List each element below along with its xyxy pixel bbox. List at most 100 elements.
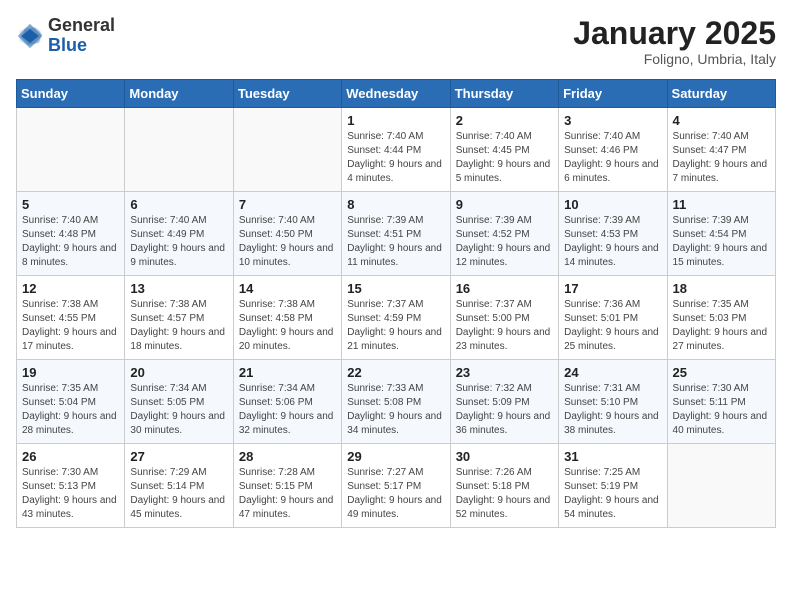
day-number: 5 [22,197,119,212]
calendar-cell: 27 Sunrise: 7:29 AMSunset: 5:14 PMDayligh… [125,444,233,528]
day-number: 11 [673,197,770,212]
day-info: Sunrise: 7:40 AMSunset: 4:47 PMDaylight:… [673,130,770,186]
day-number: 15 [347,281,444,296]
calendar-week-row: 19 Sunrise: 7:35 AMSunset: 5:04 PMDayligh… [17,360,776,444]
day-number: 22 [347,365,444,380]
day-info: Sunrise: 7:32 AMSunset: 5:09 PMDaylight:… [456,382,553,438]
weekday-header-sunday: Sunday [17,80,125,108]
calendar-cell: 1 Sunrise: 7:40 AMSunset: 4:44 PMDaylight… [342,108,450,192]
calendar-cell: 29 Sunrise: 7:27 AMSunset: 5:17 PMDayligh… [342,444,450,528]
day-info: Sunrise: 7:36 AMSunset: 5:01 PMDaylight:… [564,298,661,354]
day-info: Sunrise: 7:38 AMSunset: 4:58 PMDaylight:… [239,298,336,354]
day-number: 17 [564,281,661,296]
day-number: 9 [456,197,553,212]
day-number: 3 [564,113,661,128]
calendar-cell [17,108,125,192]
calendar-cell: 3 Sunrise: 7:40 AMSunset: 4:46 PMDaylight… [559,108,667,192]
calendar-cell: 5 Sunrise: 7:40 AMSunset: 4:48 PMDaylight… [17,192,125,276]
day-number: 1 [347,113,444,128]
month-title: January 2025 [573,16,776,51]
day-info: Sunrise: 7:34 AMSunset: 5:06 PMDaylight:… [239,382,336,438]
logo-text: General Blue [48,16,115,56]
calendar-cell: 7Sunrise: 7:40 AMSunset: 4:50 PMDaylight… [233,192,341,276]
day-info: Sunrise: 7:40 AMSunset: 4:46 PMDaylight:… [564,130,661,186]
calendar-cell: 13 Sunrise: 7:38 AMSunset: 4:57 PMDayligh… [125,276,233,360]
calendar-cell: 23 Sunrise: 7:32 AMSunset: 5:09 PMDayligh… [450,360,558,444]
calendar-cell [233,108,341,192]
day-info: Sunrise: 7:40 AMSunset: 4:45 PMDaylight:… [456,130,553,186]
calendar-cell: 12Sunrise: 7:38 AMSunset: 4:55 PMDayligh… [17,276,125,360]
calendar-cell: 2 Sunrise: 7:40 AMSunset: 4:45 PMDaylight… [450,108,558,192]
day-info: Sunrise: 7:34 AMSunset: 5:05 PMDaylight:… [130,382,227,438]
weekday-header-monday: Monday [125,80,233,108]
day-info: Sunrise: 7:39 AMSunset: 4:54 PMDaylight:… [673,214,770,270]
day-number: 29 [347,449,444,464]
day-info: Sunrise: 7:31 AMSunset: 5:10 PMDaylight:… [564,382,661,438]
day-info: Sunrise: 7:38 AMSunset: 4:57 PMDaylight:… [130,298,227,354]
day-number: 4 [673,113,770,128]
day-number: 21 [239,365,336,380]
day-info: Sunrise: 7:30 AMSunset: 5:11 PMDaylight:… [673,382,770,438]
calendar-cell: 11 Sunrise: 7:39 AMSunset: 4:54 PMDayligh… [667,192,775,276]
day-info: Sunrise: 7:39 AMSunset: 4:52 PMDaylight:… [456,214,553,270]
day-info: Sunrise: 7:38 AMSunset: 4:55 PMDaylight:… [22,298,119,354]
calendar-cell: 30Sunrise: 7:26 AMSunset: 5:18 PMDayligh… [450,444,558,528]
calendar-cell: 10 Sunrise: 7:39 AMSunset: 4:53 PMDayligh… [559,192,667,276]
day-number: 10 [564,197,661,212]
calendar-cell: 24 Sunrise: 7:31 AMSunset: 5:10 PMDayligh… [559,360,667,444]
day-number: 23 [456,365,553,380]
calendar-cell: 16Sunrise: 7:37 AMSunset: 5:00 PMDayligh… [450,276,558,360]
calendar-cell: 18 Sunrise: 7:35 AMSunset: 5:03 PMDayligh… [667,276,775,360]
logo-icon [16,22,44,50]
day-number: 20 [130,365,227,380]
title-block: January 2025 Foligno, Umbria, Italy [573,16,776,67]
calendar-cell: 28 Sunrise: 7:28 AMSunset: 5:15 PMDayligh… [233,444,341,528]
day-number: 8 [347,197,444,212]
day-info: Sunrise: 7:39 AMSunset: 4:51 PMDaylight:… [347,214,444,270]
day-number: 24 [564,365,661,380]
calendar-cell [667,444,775,528]
day-number: 14 [239,281,336,296]
day-info: Sunrise: 7:35 AMSunset: 5:03 PMDaylight:… [673,298,770,354]
calendar-cell: 19 Sunrise: 7:35 AMSunset: 5:04 PMDayligh… [17,360,125,444]
day-info: Sunrise: 7:40 AMSunset: 4:48 PMDaylight:… [22,214,119,270]
day-number: 13 [130,281,227,296]
calendar-cell: 26Sunrise: 7:30 AMSunset: 5:13 PMDayligh… [17,444,125,528]
day-number: 18 [673,281,770,296]
day-number: 2 [456,113,553,128]
day-info: Sunrise: 7:28 AMSunset: 5:15 PMDaylight:… [239,466,336,522]
day-info: Sunrise: 7:27 AMSunset: 5:17 PMDaylight:… [347,466,444,522]
calendar-cell: 14 Sunrise: 7:38 AMSunset: 4:58 PMDayligh… [233,276,341,360]
day-info: Sunrise: 7:35 AMSunset: 5:04 PMDaylight:… [22,382,119,438]
weekday-header-row: SundayMondayTuesdayWednesdayThursdayFrid… [17,80,776,108]
day-info: Sunrise: 7:29 AMSunset: 5:14 PMDaylight:… [130,466,227,522]
calendar-cell: 22 Sunrise: 7:33 AMSunset: 5:08 PMDayligh… [342,360,450,444]
weekday-header-tuesday: Tuesday [233,80,341,108]
day-info: Sunrise: 7:25 AMSunset: 5:19 PMDaylight:… [564,466,661,522]
day-info: Sunrise: 7:37 AMSunset: 4:59 PMDaylight:… [347,298,444,354]
day-info: Sunrise: 7:39 AMSunset: 4:53 PMDaylight:… [564,214,661,270]
day-info: Sunrise: 7:33 AMSunset: 5:08 PMDaylight:… [347,382,444,438]
calendar-cell: 25Sunrise: 7:30 AMSunset: 5:11 PMDayligh… [667,360,775,444]
calendar-cell: 8 Sunrise: 7:39 AMSunset: 4:51 PMDaylight… [342,192,450,276]
day-number: 19 [22,365,119,380]
day-number: 26 [22,449,119,464]
calendar-week-row: 5 Sunrise: 7:40 AMSunset: 4:48 PMDaylight… [17,192,776,276]
calendar-week-row: 1 Sunrise: 7:40 AMSunset: 4:44 PMDaylight… [17,108,776,192]
calendar-cell: 31 Sunrise: 7:25 AMSunset: 5:19 PMDayligh… [559,444,667,528]
day-info: Sunrise: 7:40 AMSunset: 4:44 PMDaylight:… [347,130,444,186]
calendar-cell: 15 Sunrise: 7:37 AMSunset: 4:59 PMDayligh… [342,276,450,360]
location-subtitle: Foligno, Umbria, Italy [573,51,776,67]
logo: General Blue [16,16,115,56]
day-number: 27 [130,449,227,464]
weekday-header-saturday: Saturday [667,80,775,108]
calendar-table: SundayMondayTuesdayWednesdayThursdayFrid… [16,79,776,528]
weekday-header-wednesday: Wednesday [342,80,450,108]
day-number: 30 [456,449,553,464]
calendar-week-row: 26Sunrise: 7:30 AMSunset: 5:13 PMDayligh… [17,444,776,528]
day-info: Sunrise: 7:40 AMSunset: 4:49 PMDaylight:… [130,214,227,270]
calendar-cell [125,108,233,192]
day-info: Sunrise: 7:37 AMSunset: 5:00 PMDaylight:… [456,298,553,354]
day-number: 31 [564,449,661,464]
day-number: 28 [239,449,336,464]
